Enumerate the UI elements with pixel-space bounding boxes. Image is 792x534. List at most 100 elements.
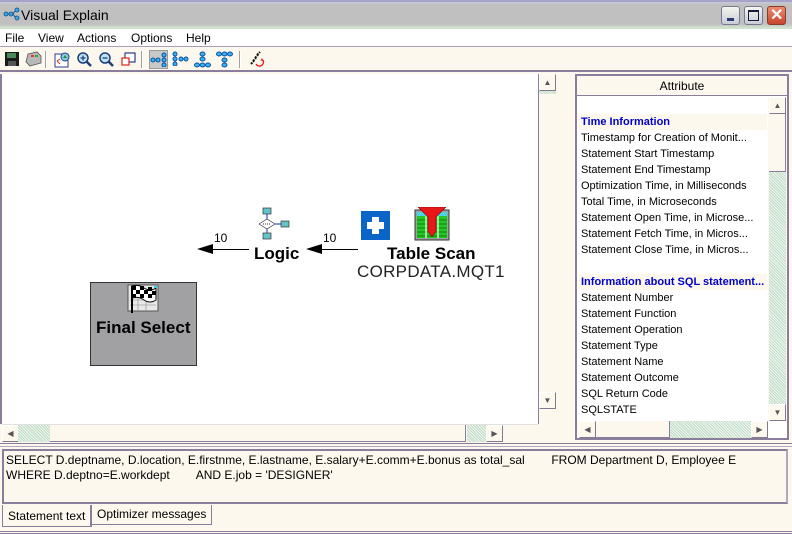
attribute-row[interactable]: Statement Operation bbox=[579, 322, 767, 338]
statement-line: SELECT D.deptname, D.location, E.firstnm… bbox=[6, 453, 737, 467]
attribute-row[interactable]: Statement Name bbox=[579, 354, 767, 370]
pane-splitter[interactable] bbox=[0, 443, 792, 447]
logic-flowchart-icon[interactable] bbox=[256, 207, 296, 241]
attribute-group-header[interactable]: Information about SQL statement... bbox=[579, 274, 767, 290]
close-button[interactable]: ✕ bbox=[767, 6, 786, 25]
scroll-up-arrow[interactable]: ▲ bbox=[539, 74, 556, 91]
edge-logic-to-final-select bbox=[210, 249, 249, 250]
statement-text-area[interactable]: SELECT D.deptname, D.location, E.firstnm… bbox=[2, 449, 788, 504]
attribute-row[interactable]: SQL Return Code bbox=[579, 386, 767, 402]
zoom-out-button[interactable] bbox=[97, 50, 116, 69]
node-label-logic[interactable]: Logic bbox=[254, 244, 299, 264]
window-title: Visual Explain bbox=[21, 7, 109, 23]
menu-file[interactable]: File bbox=[5, 31, 24, 45]
visual-explain-app-icon bbox=[3, 7, 21, 21]
edge-table-scan-to-logic bbox=[320, 249, 358, 250]
scroll-down-arrow[interactable]: ▼ bbox=[769, 404, 786, 421]
menu-help[interactable]: Help bbox=[186, 31, 211, 45]
scroll-thumb[interactable] bbox=[596, 421, 670, 438]
attribute-row[interactable]: Statement Function bbox=[579, 306, 767, 322]
attribute-row[interactable]: Total Time, in Microseconds bbox=[579, 194, 767, 210]
layout-top-to-bottom-icon bbox=[194, 51, 211, 68]
layout-top-to-bottom-button[interactable] bbox=[194, 50, 213, 69]
edge-label-row-count: 10 bbox=[214, 231, 228, 245]
graph-canvas[interactable]: Final Select 10 Logic 10 Table Scan CORP… bbox=[0, 74, 556, 442]
maximize-icon bbox=[748, 10, 759, 21]
close-icon: ✕ bbox=[770, 7, 784, 24]
scroll-down-arrow[interactable]: ▼ bbox=[539, 392, 556, 409]
layout-left-to-right-icon bbox=[172, 51, 189, 67]
attribute-row[interactable]: Statement End Timestamp bbox=[579, 162, 767, 178]
table-scan-icon[interactable] bbox=[414, 206, 450, 241]
attribute-row[interactable]: Statement Start Timestamp bbox=[579, 146, 767, 162]
attribute-row[interactable]: Statement Close Time, in Micros... bbox=[579, 242, 767, 258]
minimize-button[interactable] bbox=[721, 6, 740, 25]
menu-bar: File View Actions Options Help bbox=[0, 29, 792, 47]
menu-actions[interactable]: Actions bbox=[77, 31, 116, 45]
attribute-list: Time Information Timestamp for Creation … bbox=[579, 98, 767, 416]
node-label-table-scan[interactable]: Table Scan bbox=[387, 244, 476, 264]
menu-options[interactable]: Options bbox=[131, 31, 172, 45]
refresh-button[interactable] bbox=[247, 50, 266, 69]
attribute-panel: Attribute Time Information Timestamp for… bbox=[575, 74, 789, 440]
toolbar-separator bbox=[141, 51, 143, 68]
tab-statement-text[interactable]: Statement text bbox=[2, 505, 93, 527]
expand-plus-icon[interactable] bbox=[361, 211, 390, 240]
layout-bottom-to-top-icon bbox=[216, 51, 233, 68]
node-final-select[interactable]: Final Select bbox=[90, 282, 197, 366]
layout-right-to-left-button[interactable] bbox=[149, 50, 168, 69]
scroll-thumb[interactable] bbox=[50, 425, 466, 442]
attribute-horizontal-scrollbar[interactable]: ◀ ▶ bbox=[577, 421, 768, 438]
menu-view[interactable]: View bbox=[38, 31, 64, 45]
print-button[interactable] bbox=[24, 50, 43, 69]
layout-left-to-right-button[interactable] bbox=[172, 50, 191, 69]
layout-right-to-left-icon bbox=[150, 52, 167, 68]
attribute-group-header[interactable]: Time Information bbox=[579, 114, 767, 130]
bottom-tab-bar: Statement text Optimizer messages bbox=[0, 505, 792, 534]
fit-to-window-button[interactable] bbox=[119, 50, 138, 69]
attribute-row-blank bbox=[579, 258, 767, 274]
scroll-left-arrow[interactable]: ◀ bbox=[2, 425, 19, 442]
title-bar: Visual Explain ✕ bbox=[0, 0, 792, 29]
node-sublabel-table-name: CORPDATA.MQT1 bbox=[357, 262, 505, 281]
node-label-final-select: Final Select bbox=[96, 318, 191, 337]
toolbar bbox=[0, 48, 792, 72]
minimize-icon bbox=[727, 18, 734, 21]
scroll-thumb[interactable] bbox=[769, 114, 786, 172]
attribute-row[interactable]: Optimization Time, in Milliseconds bbox=[579, 178, 767, 194]
checkered-flag-icon bbox=[127, 284, 159, 314]
scroll-left-arrow[interactable]: ◀ bbox=[579, 421, 596, 438]
scroll-up-arrow[interactable]: ▲ bbox=[769, 97, 786, 114]
attribute-row[interactable]: Statement Fetch Time, in Micros... bbox=[579, 226, 767, 242]
fit-window-icon bbox=[121, 52, 136, 66]
graph-horizontal-scrollbar[interactable]: ◀ ▶ bbox=[2, 424, 538, 442]
print-icon bbox=[25, 51, 42, 67]
attribute-row[interactable]: Timestamp for Creation of Monit... bbox=[579, 130, 767, 146]
toolbar-separator bbox=[45, 51, 47, 68]
attribute-row[interactable]: Statement Outcome bbox=[579, 370, 767, 386]
attribute-row[interactable]: Statement Number bbox=[579, 290, 767, 306]
scroll-right-arrow[interactable]: ▶ bbox=[751, 421, 768, 438]
overview-button[interactable] bbox=[53, 50, 72, 69]
save-icon bbox=[5, 52, 19, 66]
refresh-icon bbox=[250, 51, 265, 67]
zoom-out-icon bbox=[99, 52, 114, 67]
attribute-row[interactable]: SQLSTATE bbox=[579, 402, 767, 416]
attribute-vertical-scrollbar[interactable]: ▲ ▼ bbox=[768, 97, 787, 421]
attribute-row[interactable]: Statement Type bbox=[579, 338, 767, 354]
scroll-right-arrow[interactable]: ▶ bbox=[486, 425, 503, 442]
attribute-column-header[interactable]: Attribute bbox=[577, 76, 787, 96]
graph-vertical-scrollbar[interactable]: ▲ ▼ bbox=[538, 74, 556, 424]
tab-optimizer-messages[interactable]: Optimizer messages bbox=[91, 505, 213, 525]
attribute-row-blank bbox=[579, 98, 767, 114]
zoom-in-button[interactable] bbox=[75, 50, 94, 69]
attribute-row[interactable]: Statement Open Time, in Microse... bbox=[579, 210, 767, 226]
layout-bottom-to-top-button[interactable] bbox=[216, 50, 235, 69]
edge-label-row-count: 10 bbox=[323, 231, 337, 245]
toolbar-separator bbox=[239, 51, 241, 68]
statement-line: WHERE D.deptno=E.workdept AND E.job = 'D… bbox=[6, 468, 333, 482]
save-button[interactable] bbox=[3, 50, 22, 69]
zoom-in-icon bbox=[77, 52, 92, 67]
overview-icon bbox=[54, 52, 70, 68]
maximize-button[interactable] bbox=[744, 6, 763, 25]
